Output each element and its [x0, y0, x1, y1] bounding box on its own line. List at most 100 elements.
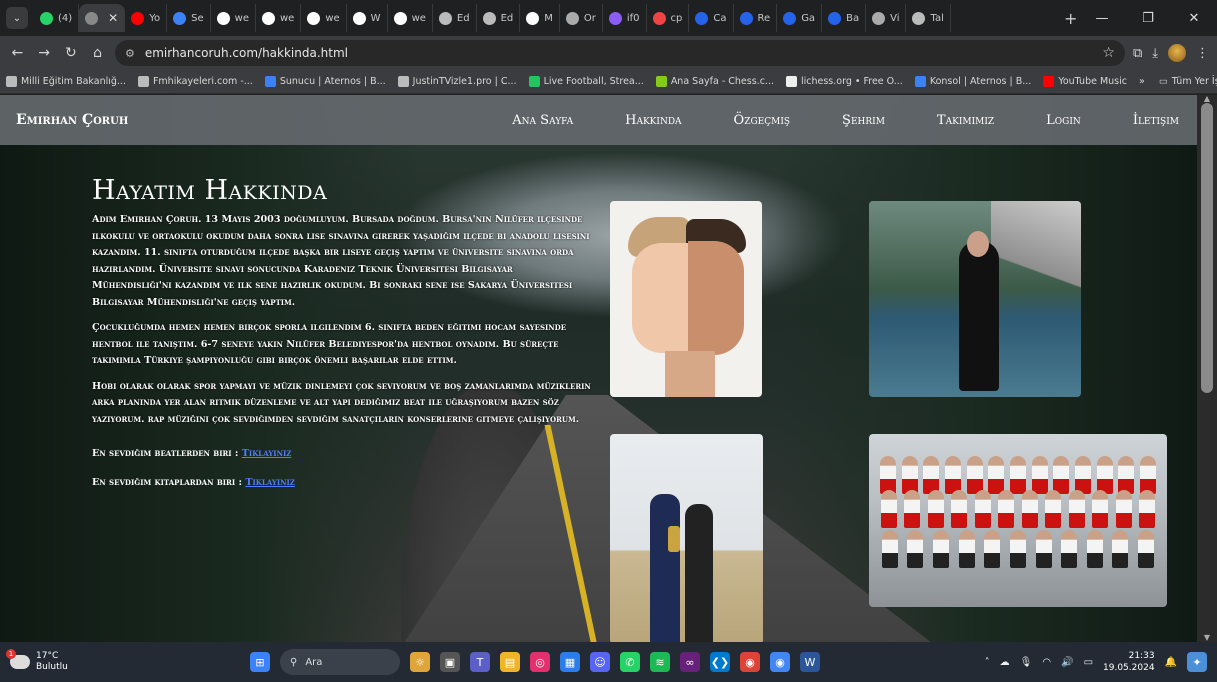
nav-link[interactable]: Hakkında [599, 113, 707, 128]
bookmark-item[interactable]: Milli Eğitim Bakanlığ... [6, 76, 126, 87]
clock[interactable]: 21:33 19.05.2024 [1103, 650, 1155, 674]
spotify-icon[interactable]: ≋ [650, 652, 670, 672]
back-button[interactable]: ← [8, 41, 27, 65]
browser-tab[interactable]: Re [734, 4, 778, 32]
discord-icon[interactable]: ☺ [590, 652, 610, 672]
chrome-profile-icon[interactable]: ◉ [770, 652, 790, 672]
nav-link[interactable]: Özgeçmiş [708, 113, 817, 128]
bookmark-item[interactable]: JustinTVizle1.pro | C... [397, 76, 517, 87]
volume-icon[interactable]: 🔊 [1061, 657, 1073, 668]
nav-link[interactable]: İletişim [1107, 113, 1181, 128]
toolbar-actions: ⧉ ⤓ ⋮ [1133, 44, 1209, 62]
tab-favicon-icon [40, 11, 53, 25]
search-icon: ⚲ [290, 656, 298, 668]
notification-bell-icon[interactable]: 🔔 [1165, 657, 1177, 668]
browser-tab[interactable]: Ga [777, 4, 823, 32]
menu-kebab-icon[interactable]: ⋮ [1196, 46, 1209, 61]
tab-favicon-icon [608, 11, 622, 25]
photo-trophy [610, 434, 763, 642]
tab-search-button[interactable]: ⌄ [6, 7, 28, 29]
browser-tab[interactable]: Tal [906, 4, 951, 32]
site-brand[interactable]: Emirhan Çoruh [16, 112, 128, 128]
browser-tab[interactable]: Or [560, 4, 603, 32]
close-window-button[interactable]: ✕ [1171, 0, 1217, 36]
download-icon[interactable]: ⤓ [1152, 46, 1158, 61]
browser-tab[interactable]: we [256, 4, 302, 32]
visual-studio-icon[interactable]: ∞ [680, 652, 700, 672]
bookmark-item[interactable]: Fmhikayeleri.com -... [137, 76, 253, 87]
nav-link[interactable]: Ana Sayfa [486, 113, 599, 128]
tab-favicon-icon [352, 11, 366, 25]
favorite-book-link[interactable]: Tıklayınız [245, 477, 295, 488]
bookmark-item[interactable]: Live Football, Strea... [528, 76, 644, 87]
browser-tab[interactable]: (4) [34, 4, 80, 32]
minimize-button[interactable]: — [1079, 0, 1125, 36]
bookmark-item[interactable]: Ana Sayfa - Chess.c... [655, 76, 774, 87]
browser-tab[interactable]: Ed [477, 4, 521, 32]
browser-tab[interactable]: cp [647, 4, 690, 32]
scroll-down-icon[interactable]: ▼ [1201, 634, 1213, 642]
home-button[interactable]: ⌂ [88, 41, 107, 65]
page-scrollbar[interactable]: ▲ ▼ [1197, 95, 1217, 642]
nav-link[interactable]: Takımımız [911, 113, 1020, 128]
vscode-icon[interactable]: ❮❯ [710, 652, 730, 672]
tab-favicon-icon [912, 11, 926, 25]
profile-avatar[interactable] [1167, 44, 1186, 62]
browser-tab[interactable]: Yo [125, 4, 168, 32]
bookmark-item[interactable]: Sunucu | Aternos | B... [264, 76, 386, 87]
restore-button[interactable]: ❐ [1125, 0, 1171, 36]
extensions-icon[interactable]: ⧉ [1133, 46, 1142, 61]
copilot-icon[interactable]: ✦ [1187, 652, 1207, 672]
windows-start-icon[interactable]: ⊞ [250, 652, 270, 672]
microphone-icon[interactable]: 🎙 [1020, 657, 1033, 668]
wifi-icon[interactable]: ◠ [1042, 657, 1051, 668]
file-explorer-icon[interactable]: ▤ [500, 652, 520, 672]
bookmark-item[interactable]: YouTube Music [1043, 76, 1127, 87]
browser-tab[interactable]: M [520, 4, 560, 32]
nav-link[interactable]: Login [1020, 113, 1107, 128]
tab-favicon-icon [828, 11, 842, 25]
reload-button[interactable]: ↻ [61, 41, 80, 65]
browser-tab[interactable]: Vi [866, 4, 907, 32]
nav-link[interactable]: Şehrim [816, 113, 911, 128]
bookmarks-overflow-button[interactable]: » [1139, 76, 1145, 87]
browser-tab[interactable]: Se [167, 4, 211, 32]
browser-tab[interactable]: if0 [603, 4, 647, 32]
scrollbar-thumb[interactable] [1201, 103, 1213, 393]
onedrive-icon[interactable]: ☁ [1000, 657, 1010, 668]
all-bookmarks-folder[interactable]: ▭ Tüm Yer İşaretleri [1159, 76, 1217, 87]
browser-tab[interactable]: we [388, 4, 433, 32]
task-view-icon[interactable]: ▣ [440, 652, 460, 672]
favorite-beat-link[interactable]: Tıklayınız [242, 448, 292, 459]
browser-tab[interactable]: ✕ [79, 4, 126, 32]
tab-list: (4) ✕ Yo Se we we we Wwe Ed Ed M Or if0 cp Ca Re Ga Ba Vi T… [34, 0, 1054, 36]
site-nav: Ana Sayfa Hakkında Özgeçmiş Şehrim Takımımız… [486, 113, 1181, 128]
taskbar-search[interactable]: ⚲ Ara [280, 649, 400, 675]
chrome-icon[interactable]: ◉ [740, 652, 760, 672]
bookmark-favicon-icon [785, 76, 797, 87]
weather-widget[interactable]: 1 17°C Bulutlu [0, 649, 250, 673]
browser-tab[interactable]: Ba [822, 4, 867, 32]
forward-button[interactable]: → [35, 41, 54, 65]
bookmark-star-icon[interactable]: ☆ [1102, 45, 1115, 61]
browser-tab[interactable]: Ca [689, 4, 734, 32]
bookmark-item[interactable]: Konsol | Aternos | B... [914, 76, 1031, 87]
microsoft-store-icon[interactable]: ▦ [560, 652, 580, 672]
browser-tab[interactable]: Ed [433, 4, 477, 32]
instagram-icon[interactable]: ◎ [530, 652, 550, 672]
address-bar[interactable]: ⚙ emirhancoruh.com/hakkinda.html ☆ [114, 40, 1125, 66]
site-info-icon[interactable]: ⚙ [125, 47, 135, 60]
scroll-up-icon[interactable]: ▲ [1201, 95, 1213, 103]
whatsapp-icon[interactable]: ✆ [620, 652, 640, 672]
widget-game-icon[interactable]: ☼ [410, 652, 430, 672]
close-tab-icon[interactable]: ✕ [108, 11, 118, 25]
system-tray: ˄ ☁ 🎙 ◠ 🔊 ▭ 21:33 19.05.2024 🔔 ✦ [985, 650, 1217, 674]
word-icon[interactable]: W [800, 652, 820, 672]
battery-icon[interactable]: ▭ [1084, 657, 1093, 668]
browser-tab[interactable]: we [211, 4, 256, 32]
chevron-up-icon[interactable]: ˄ [985, 657, 990, 668]
browser-tab[interactable]: W [347, 4, 388, 32]
browser-tab[interactable]: we [301, 4, 347, 32]
teams-icon[interactable]: T [470, 652, 490, 672]
bookmark-item[interactable]: lichess.org • Free O... [785, 76, 903, 87]
